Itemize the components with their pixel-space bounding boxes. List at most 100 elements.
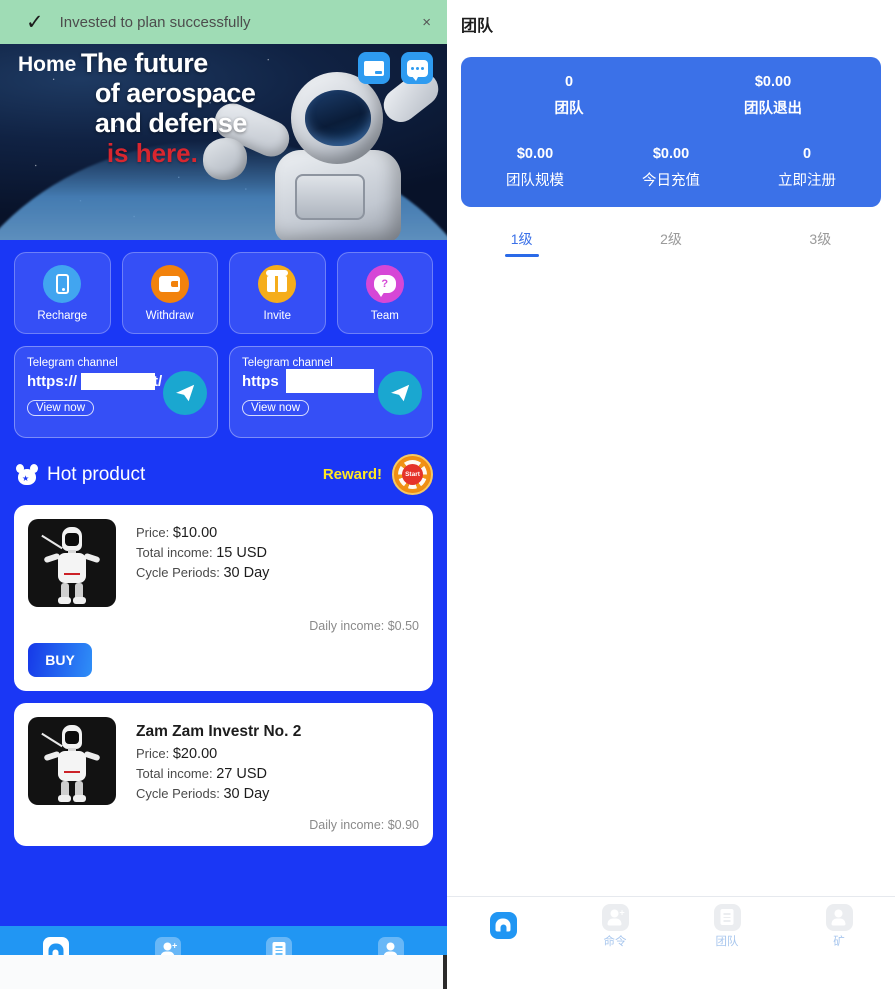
add-user-icon: + <box>601 903 629 931</box>
banner-text-block: Home The future of aerospace and defense… <box>18 48 256 168</box>
document-icon <box>713 903 741 931</box>
price-label: Price: <box>136 746 170 761</box>
stat-value: $0.00 <box>652 146 690 162</box>
stat-label: 立即注册 <box>778 173 836 189</box>
product-name: Zam Zam Investr No. 2 <box>136 723 302 740</box>
stat-label: 团队规模 <box>506 173 564 189</box>
redaction-box <box>286 369 374 393</box>
chat-bubble-icon[interactable] <box>401 52 433 84</box>
gift-icon <box>258 264 297 303</box>
stat-value: $0.00 <box>754 74 792 90</box>
price-value: $10.00 <box>172 525 218 541</box>
robot-image <box>28 519 116 607</box>
stat-team-withdraw: $0.00 团队退出 <box>671 74 875 118</box>
stat-register-now: 0 立即注册 <box>739 146 875 190</box>
telegram-icon <box>378 371 422 415</box>
action-withdraw[interactable]: Withdraw <box>121 252 218 334</box>
stat-label: 团队退出 <box>744 101 802 117</box>
telegram-url-prefix: https <box>242 373 279 390</box>
quick-actions-row: Recharge Withdraw Invite ? Team <box>0 240 447 334</box>
nav-item-team[interactable]: 团队 <box>671 903 783 949</box>
nav-label: 团队 <box>715 935 739 948</box>
panel-divider <box>443 955 447 989</box>
stat-value: 0 <box>802 146 812 162</box>
news-card-icon[interactable] <box>358 52 390 84</box>
telegram-card-1[interactable]: Telegram channel https://t/ View now <box>14 346 218 438</box>
income-label: Total income: <box>136 545 213 560</box>
left-phone-panel: ✓ Invested to plan successfully × Home T… <box>0 0 447 989</box>
banner-line-3: and defense <box>94 108 248 138</box>
banner-line-4: is here. <box>106 138 198 168</box>
nav-item-home[interactable] <box>447 911 559 941</box>
telegram-cards-row: Telegram channel https://t/ View now Tel… <box>0 334 447 438</box>
action-label: Withdraw <box>145 309 194 322</box>
banner-line-1: The future <box>80 48 208 78</box>
hot-product-header: ★ Hot product Reward! Start <box>0 438 447 505</box>
stat-value: 0 <box>564 74 574 90</box>
view-now-button[interactable]: View now <box>27 400 95 416</box>
team-stats-card: 0 团队 $0.00 团队退出 $0.00 团队规模 $0.00 今日充值 0 … <box>461 57 881 207</box>
cycle-label: Cycle Periods: <box>136 565 220 580</box>
stat-value: $0.00 <box>516 146 554 162</box>
income-label: Total income: <box>136 766 213 781</box>
daily-income: Daily income: $0.50 <box>309 619 419 633</box>
close-icon[interactable]: × <box>422 15 431 30</box>
stat-today-recharge: $0.00 今日充值 <box>603 146 739 190</box>
stat-label: 今日充值 <box>642 173 700 189</box>
product-card[interactable]: Zam Zam Investr No. 2 Price: $20.00 Tota… <box>14 703 433 846</box>
cycle-value: 30 Day <box>223 786 270 802</box>
reward-label: Reward! <box>322 466 382 483</box>
view-now-button[interactable]: View now <box>242 400 310 416</box>
banner-line-2: of aerospace <box>94 78 256 108</box>
tab-level-1[interactable]: 1级 <box>447 229 596 257</box>
cycle-value: 30 Day <box>223 565 270 581</box>
action-team[interactable]: ? Team <box>336 252 433 334</box>
action-label: Team <box>370 309 399 322</box>
stat-team-size: $0.00 团队规模 <box>467 146 603 190</box>
action-recharge[interactable]: Recharge <box>14 252 111 334</box>
toast-notification: ✓ Invested to plan successfully × <box>0 0 447 44</box>
right-bottom-nav: + 命令 团队 矿 <box>447 896 895 955</box>
page-title: Home <box>18 53 77 76</box>
daily-income: Daily income: $0.90 <box>309 818 419 832</box>
nav-item-order[interactable]: + 命令 <box>559 903 671 949</box>
telegram-icon <box>163 371 207 415</box>
tab-level-3[interactable]: 3级 <box>746 229 895 257</box>
check-icon: ✓ <box>26 10 44 34</box>
action-invite[interactable]: Invite <box>229 252 326 334</box>
buy-button[interactable]: BUY <box>28 643 92 677</box>
panda-icon: ★ <box>16 463 38 486</box>
question-chat-icon: ? <box>365 264 404 303</box>
redaction-box <box>81 373 155 390</box>
robot-image <box>28 717 116 805</box>
right-team-panel: 团队 0 团队 $0.00 团队退出 $0.00 团队规模 $0.00 今日充值… <box>447 0 895 989</box>
telegram-url-prefix: https:// <box>27 373 77 390</box>
action-label: Recharge <box>37 309 88 322</box>
stat-label: 团队 <box>554 101 584 117</box>
telegram-title: Telegram channel <box>242 357 333 369</box>
wallet-icon <box>150 264 189 303</box>
nav-item-mine[interactable]: 矿 <box>783 903 895 949</box>
section-title: Hot product <box>47 463 146 485</box>
toast-message: Invested to plan successfully <box>59 13 251 31</box>
price-label: Price: <box>136 525 170 540</box>
stat-team-count: 0 团队 <box>467 74 671 118</box>
reward-start-badge[interactable]: Start <box>392 454 433 495</box>
income-value: 15 USD <box>216 545 267 561</box>
cycle-label: Cycle Periods: <box>136 786 220 801</box>
banner-icon-group <box>358 52 433 84</box>
price-value: $20.00 <box>172 746 218 762</box>
level-tabs: 1级 2级 3级 <box>447 229 895 257</box>
home-icon <box>489 911 517 939</box>
phone-icon <box>43 264 82 303</box>
nav-label: 矿 <box>833 935 845 948</box>
hero-banner[interactable]: Home The future of aerospace and defense… <box>0 44 447 240</box>
action-label: Invite <box>263 309 292 322</box>
page-bottom-strip <box>0 955 895 989</box>
nav-label: 命令 <box>603 935 627 948</box>
telegram-card-2[interactable]: Telegram channel https View now <box>229 346 433 438</box>
team-page-title: 团队 <box>461 18 494 35</box>
start-badge-text: Start <box>402 464 423 485</box>
tab-level-2[interactable]: 2级 <box>596 229 745 257</box>
product-card[interactable]: Price: $10.00 Total income: 15 USD Cycle… <box>14 505 433 691</box>
